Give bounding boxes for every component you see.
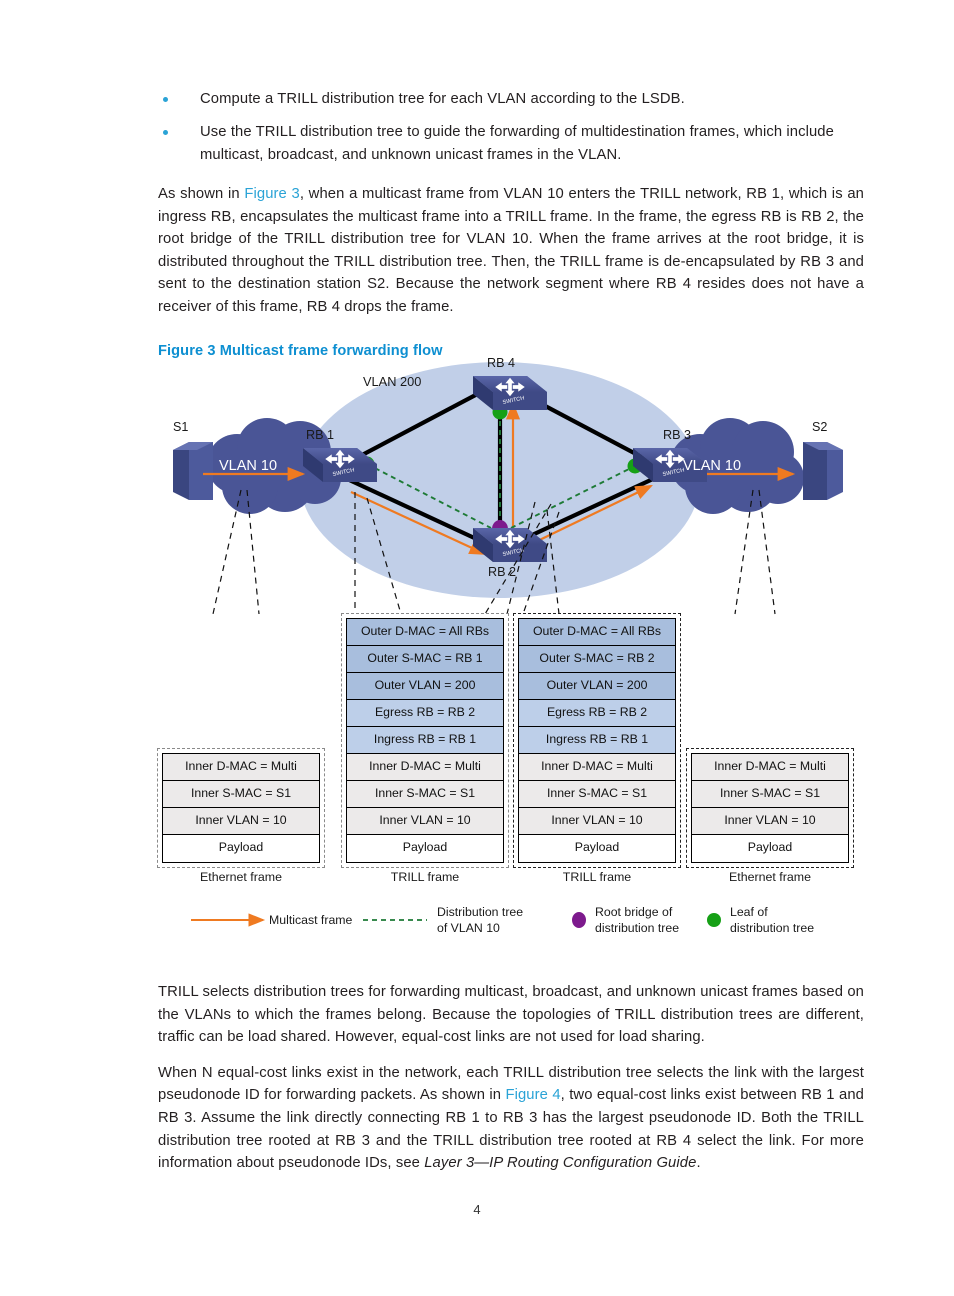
legend-label-distribution-tree-line1: Distribution tree: [437, 905, 524, 919]
bullet-list: Compute a TRILL distribution tree for ea…: [158, 88, 864, 167]
figure-3-crossref[interactable]: Figure 3: [244, 186, 300, 202]
station-s1-icon: [173, 442, 213, 500]
station-label-s2: S2: [812, 420, 828, 434]
frame-dash-border: Outer D-MAC = All RBs Outer S-MAC = RB 2…: [513, 613, 681, 868]
frame-row: Payload: [692, 835, 848, 862]
frame-row: Inner S-MAC = S1: [519, 781, 675, 808]
frame-row: Outer VLAN = 200: [519, 673, 675, 700]
frame-caption-trill-1: TRILL frame: [390, 870, 460, 884]
switch-label-rb4: RB 4: [487, 356, 515, 370]
frame-row: Inner D-MAC = Multi: [163, 754, 319, 781]
intro-paragraph: As shown in Figure 3, when a multicast f…: [158, 183, 864, 319]
frame-caption-trill-2: TRILL frame: [562, 870, 632, 884]
document-page: Compute a TRILL distribution tree for ea…: [0, 0, 954, 1296]
frame-caption-ethernet-left: Ethernet frame: [200, 870, 282, 884]
list-item: Use the TRILL distribution tree to guide…: [158, 121, 864, 167]
legend-label-multicast-frame: Multicast frame: [269, 913, 353, 927]
frame-row: Outer S-MAC = RB 1: [347, 646, 503, 673]
frame-row: Inner VLAN = 10: [519, 808, 675, 835]
frame-rows: Inner D-MAC = Multi Inner S-MAC = S1 Inn…: [162, 753, 320, 863]
vlan-cloud-label-right: VLAN 10: [683, 458, 742, 474]
tail-paragraph-2: When N equal-cost links exist in the net…: [158, 1062, 864, 1175]
frame-dash-border: Outer D-MAC = All RBs Outer S-MAC = RB 1…: [341, 613, 509, 868]
frame-row: Outer D-MAC = All RBs: [347, 619, 503, 646]
frame-rows: Outer D-MAC = All RBs Outer S-MAC = RB 2…: [518, 618, 676, 863]
frame-row: Outer S-MAC = RB 2: [519, 646, 675, 673]
switch-label-rb1: RB 1: [306, 428, 334, 442]
page-number: 4: [473, 1202, 481, 1217]
frame-row: Payload: [163, 835, 319, 862]
frame-row: Payload: [519, 835, 675, 862]
frame-caption-ethernet-right: Ethernet frame: [729, 870, 811, 884]
page-content: Compute a TRILL distribution tree for ea…: [158, 88, 864, 359]
figure-4-crossref[interactable]: Figure 4: [505, 1087, 560, 1103]
frame-row: Inner S-MAC = S1: [692, 781, 848, 808]
frame-row: Ingress RB = RB 1: [519, 727, 675, 754]
legend-label-distribution-tree-line2: of VLAN 10: [437, 921, 500, 935]
frame-row: Ingress RB = RB 1: [347, 727, 503, 754]
legend-label-root-bridge-line2: distribution tree: [595, 921, 680, 935]
frame-row: Egress RB = RB 2: [347, 700, 503, 727]
figure-3-diagram: SWITCH SWITCH SWITCH SWITCH VLAN 200 RB …: [155, 352, 861, 952]
intro-text-pre: As shown in: [158, 186, 245, 202]
legend-leaf-dot-icon: [707, 913, 721, 927]
frame-row: Outer VLAN = 200: [347, 673, 503, 700]
vlan-cloud-label-left: VLAN 10: [219, 458, 278, 474]
frame-row: Outer D-MAC = All RBs: [519, 619, 675, 646]
tail-paragraph-1: TRILL selects distribution trees for for…: [158, 984, 864, 1046]
page-content-bottom: TRILL selects distribution trees for for…: [158, 968, 864, 1175]
frame-rows: Outer D-MAC = All RBs Outer S-MAC = RB 1…: [346, 618, 504, 863]
frame-stack-trill-2: Outer D-MAC = All RBs Outer S-MAC = RB 2…: [513, 613, 681, 868]
frame-row: Inner D-MAC = Multi: [347, 754, 503, 781]
vlan-200-label: VLAN 200: [363, 374, 422, 389]
frame-stack-ethernet-left: Inner D-MAC = Multi Inner S-MAC = S1 Inn…: [157, 748, 325, 868]
frame-row: Inner D-MAC = Multi: [692, 754, 848, 781]
tail2-text-end: .: [696, 1155, 701, 1172]
frame-row: Inner VLAN = 10: [347, 808, 503, 835]
frame-row: Inner S-MAC = S1: [347, 781, 503, 808]
frame-row: Egress RB = RB 2: [519, 700, 675, 727]
station-label-s1: S1: [173, 420, 189, 434]
switch-label-rb3: RB 3: [663, 428, 691, 442]
legend-label-leaf-line2: distribution tree: [730, 921, 815, 935]
figure-legend: Multicast frame Distribution tree of VLA…: [155, 898, 861, 944]
intro-text-post: , when a multicast frame from VLAN 10 en…: [158, 186, 864, 315]
legend-root-bridge-dot-icon: [572, 912, 586, 928]
frame-rows: Inner D-MAC = Multi Inner S-MAC = S1 Inn…: [691, 753, 849, 863]
switch-label-rb2: RB 2: [488, 565, 516, 579]
frame-stack-ethernet-right: Inner D-MAC = Multi Inner S-MAC = S1 Inn…: [686, 748, 854, 868]
legend-label-root-bridge-line1: Root bridge of: [595, 905, 673, 919]
frame-row: Payload: [347, 835, 503, 862]
frame-row: Inner VLAN = 10: [163, 808, 319, 835]
frame-row: Inner D-MAC = Multi: [519, 754, 675, 781]
frame-row: Inner VLAN = 10: [692, 808, 848, 835]
frame-row: Inner S-MAC = S1: [163, 781, 319, 808]
list-item: Compute a TRILL distribution tree for ea…: [158, 88, 864, 111]
station-s2-icon: [803, 442, 843, 500]
frame-dash-border: Inner D-MAC = Multi Inner S-MAC = S1 Inn…: [157, 748, 325, 868]
frame-stack-trill-1: Outer D-MAC = All RBs Outer S-MAC = RB 1…: [341, 613, 509, 868]
guide-title-reference: Layer 3—IP Routing Configuration Guide: [424, 1155, 697, 1172]
legend-label-leaf-line1: Leaf of: [730, 905, 768, 919]
frame-dash-border: Inner D-MAC = Multi Inner S-MAC = S1 Inn…: [686, 748, 854, 868]
